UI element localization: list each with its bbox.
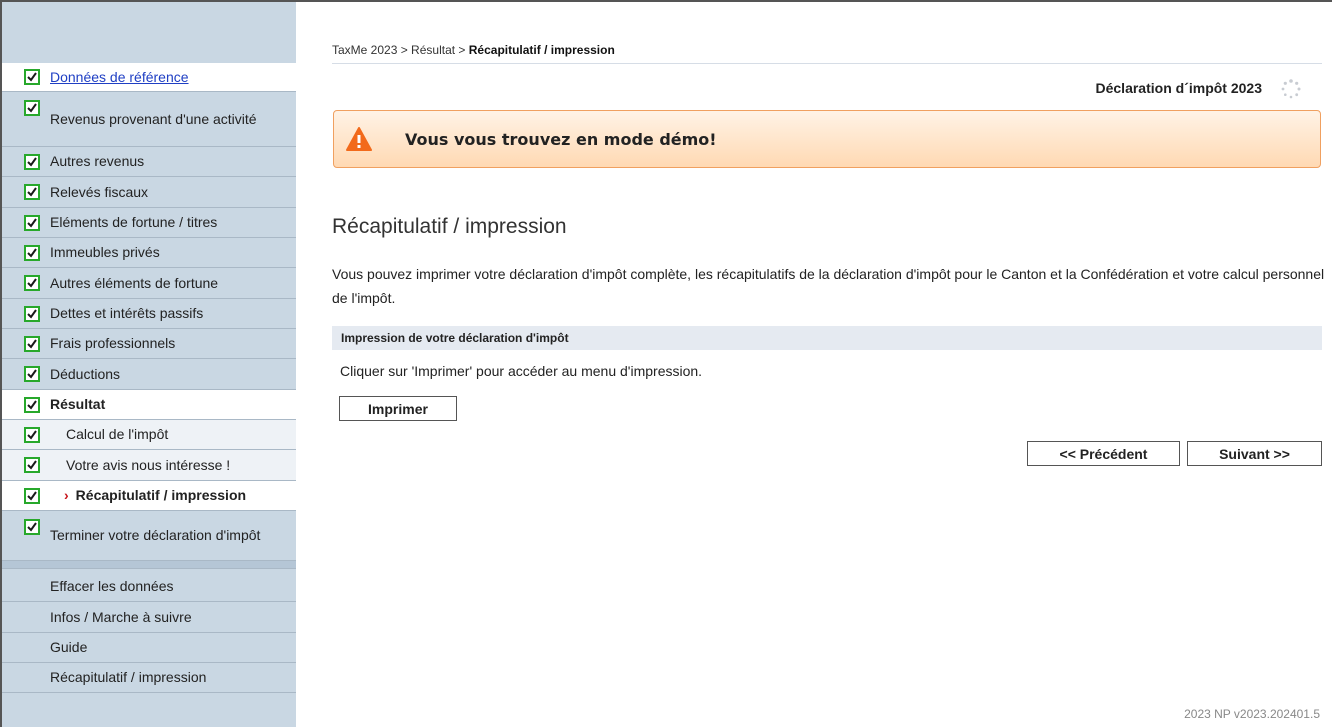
version-label: 2023 NP v2023.202401.5 [1184, 707, 1320, 721]
declaration-title: Déclaration d´impôt 2023 [1095, 80, 1263, 96]
checkbox-checked-icon [24, 519, 40, 535]
previous-button[interactable]: << Précédent [1027, 441, 1180, 466]
sidebar-link-guide[interactable]: Guide [2, 633, 296, 663]
checkbox-checked-icon [24, 305, 40, 322]
checkbox-checked-icon [24, 457, 40, 473]
checkbox-checked-icon [24, 366, 40, 382]
sidebar-item-label: Récapitulatif / impression [50, 669, 207, 685]
sidebar-item-revenus-activite[interactable]: Revenus provenant d'une activité [2, 92, 296, 147]
sidebar-item-label: Guide [50, 639, 88, 655]
sidebar-item-label: Données de référence [50, 68, 189, 85]
sidebar-item-label: Votre avis nous intéresse ! [66, 456, 231, 473]
checkbox-checked-icon [24, 275, 40, 291]
warning-icon [346, 127, 372, 151]
sidebar-item-immeubles-prives[interactable]: Immeubles privés [2, 238, 296, 268]
sidebar-item-label: Calcul de l'impôt [66, 426, 169, 442]
section-header: Impression de votre déclaration d'impôt [332, 326, 1322, 350]
sidebar-item-resultat[interactable]: Résultat [2, 390, 296, 420]
sidebar-item-label: Infos / Marche à suivre [50, 608, 192, 625]
sidebar: Données de référence Revenus provenant d… [2, 2, 296, 727]
sidebar-item-label: Autres revenus [50, 153, 145, 169]
section-instruction: Cliquer sur 'Imprimer' pour accéder au m… [340, 363, 703, 379]
page-title: Récapitulatif / impression [332, 215, 567, 239]
sidebar-item-label: Déductions [50, 365, 121, 382]
sidebar-item-label: Eléments de fortune / titres [50, 214, 218, 230]
checkbox-checked-icon [24, 396, 40, 413]
breadcrumb-divider [332, 63, 1322, 64]
sidebar-item-label: Effacer les données [50, 578, 174, 594]
sidebar-item-label: Dettes et intérêts passifs [50, 305, 204, 321]
next-button[interactable]: Suivant >> [1187, 441, 1322, 466]
sidebar-item-dettes-interets[interactable]: Dettes et intérêts passifs [2, 299, 296, 329]
checkbox-checked-icon [24, 335, 40, 352]
sidebar-item-elements-fortune[interactable]: Eléments de fortune / titres [2, 208, 296, 238]
sidebar-subitem-calcul-impot[interactable]: Calcul de l'impôt [2, 420, 296, 450]
sidebar-item-label: Récapitulatif / impression [75, 487, 247, 503]
sidebar-item-donnees-reference[interactable]: Données de référence [2, 63, 296, 92]
sidebar-link-effacer-donnees[interactable]: Effacer les données [2, 572, 296, 602]
sidebar-item-label: Frais professionnels [50, 335, 176, 351]
sidebar-item-label: Immeubles privés [50, 244, 160, 260]
sidebar-item-releves-fiscaux[interactable]: Relevés fiscaux [2, 177, 296, 208]
checkbox-checked-icon [24, 214, 40, 231]
breadcrumb-path[interactable]: TaxMe 2023 > Résultat > [332, 43, 469, 57]
checkbox-checked-icon [24, 69, 40, 85]
checkbox-checked-icon [24, 100, 40, 116]
breadcrumb: TaxMe 2023 > Résultat > Récapitulatif / … [332, 43, 615, 57]
sidebar-item-label: Terminer votre déclaration d'impôt [50, 527, 261, 543]
sidebar-item-label: Revenus provenant d'une activité [50, 110, 257, 127]
sidebar-item-label: Autres éléments de fortune [50, 274, 219, 291]
checkbox-checked-icon [24, 153, 40, 170]
chevron-right-icon: › [64, 487, 69, 503]
sidebar-item-label: Résultat [50, 396, 106, 412]
print-button[interactable]: Imprimer [339, 396, 457, 421]
checkbox-checked-icon [24, 244, 40, 261]
sidebar-divider [2, 561, 296, 569]
breadcrumb-current: Récapitulatif / impression [468, 43, 615, 57]
checkbox-checked-icon [24, 426, 40, 443]
sidebar-item-label: Relevés fiscaux [50, 183, 149, 200]
sidebar-item-terminer-declaration[interactable]: Terminer votre déclaration d'impôt [2, 511, 296, 561]
sidebar-item-autres-elements-fortune[interactable]: Autres éléments de fortune [2, 268, 296, 299]
intro-paragraph: Vous pouvez imprimer votre déclaration d… [332, 266, 1325, 306]
sidebar-link-recapitulatif[interactable]: Récapitulatif / impression [2, 663, 296, 693]
sidebar-subitem-recapitulatif-active[interactable]: › Récapitulatif / impression [2, 481, 296, 511]
sidebar-item-deductions[interactable]: Déductions [2, 359, 296, 390]
loading-spinner-icon [1281, 79, 1301, 99]
demo-mode-banner: Vous vous trouvez en mode démo! [333, 110, 1321, 168]
demo-mode-text: Vous vous trouvez en mode démo! [405, 130, 717, 149]
sidebar-item-frais-professionnels[interactable]: Frais professionnels [2, 329, 296, 359]
checkbox-checked-icon [24, 487, 40, 504]
sidebar-link-infos-marche[interactable]: Infos / Marche à suivre [2, 602, 296, 633]
checkbox-checked-icon [24, 184, 40, 200]
sidebar-item-autres-revenus[interactable]: Autres revenus [2, 147, 296, 177]
sidebar-subitem-votre-avis[interactable]: Votre avis nous intéresse ! [2, 450, 296, 481]
